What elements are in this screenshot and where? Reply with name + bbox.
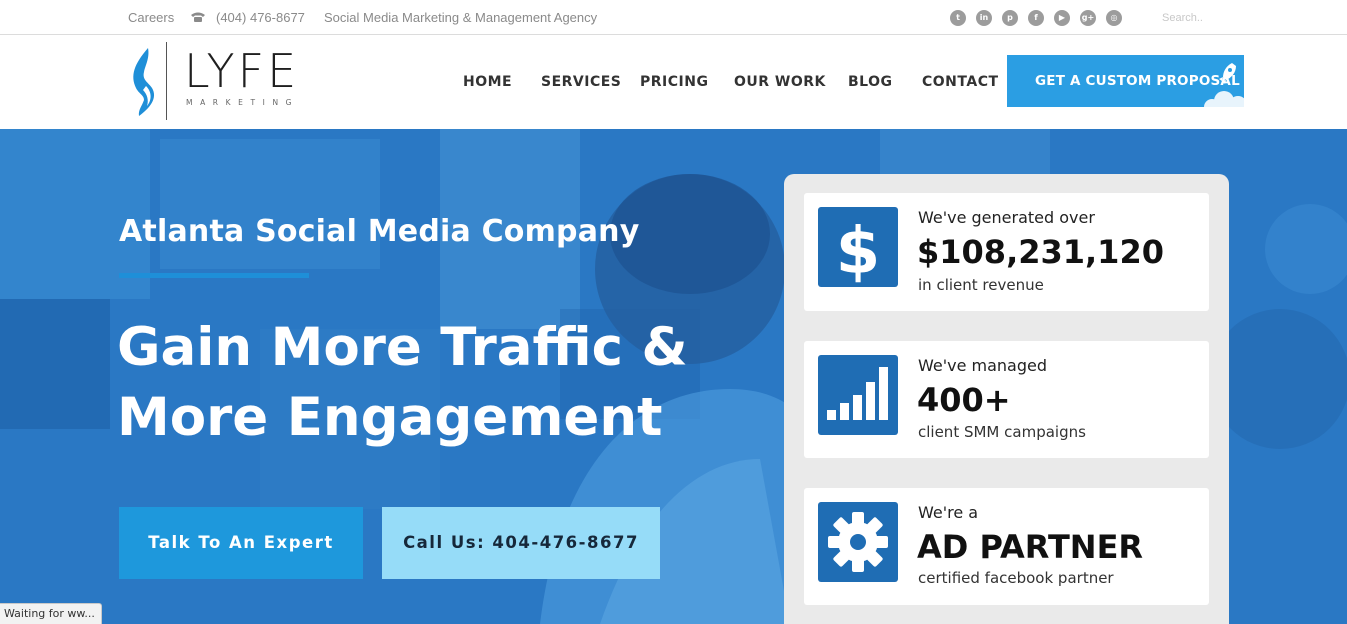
hero-title: Gain More Traffic & More Engagement — [117, 317, 688, 448]
logo[interactable]: LYFE MARKETING — [130, 42, 310, 122]
stat-campaigns-lead: We've managed — [918, 356, 1048, 375]
phone-icon — [191, 12, 205, 22]
nav-pricing[interactable]: PRICING — [640, 74, 708, 90]
linkedin-icon[interactable]: in — [976, 10, 992, 26]
social-links: t in p f ▶ g+ ◎ — [950, 10, 1122, 26]
hero-section: Atlanta Social Media Company Gain More T… — [0, 129, 1347, 624]
stat-revenue-lead: We've generated over — [918, 208, 1095, 227]
rocket-icon — [1219, 63, 1236, 84]
stat-revenue-caption: in client revenue — [918, 276, 1044, 294]
google-plus-icon[interactable]: g+ — [1080, 10, 1096, 26]
youtube-icon[interactable]: ▶ — [1054, 10, 1070, 26]
stat-card-partner: We're a AD PARTNER certified facebook pa… — [804, 488, 1209, 605]
logo-divider — [166, 42, 167, 120]
pinterest-icon[interactable]: p — [1002, 10, 1018, 26]
svg-text:$: $ — [836, 215, 881, 287]
top-bar: Careers (404) 476-8677 Social Media Mark… — [0, 0, 1347, 35]
stat-revenue-value: $108,231,120 — [917, 233, 1164, 271]
stat-partner-lead: We're a — [918, 503, 979, 522]
flame-logo-icon — [133, 48, 155, 116]
stat-campaigns-value: 400+ — [917, 381, 1011, 419]
careers-link[interactable]: Careers — [128, 10, 174, 25]
browser-status-bar: Waiting for ww... — [0, 603, 102, 624]
stat-partner-value: AD PARTNER — [917, 528, 1144, 566]
talk-to-expert-button[interactable]: Talk To An Expert — [119, 507, 363, 579]
stat-card-revenue: $ We've generated over $108,231,120 in c… — [804, 193, 1209, 311]
header: LYFE MARKETING HOME SERVICES PRICING OUR… — [0, 36, 1347, 129]
logo-subtitle: MARKETING — [186, 98, 300, 107]
instagram-icon[interactable]: ◎ — [1106, 10, 1122, 26]
nav-services[interactable]: SERVICES — [541, 74, 621, 90]
facebook-icon[interactable]: f — [1028, 10, 1044, 26]
nav-our-work[interactable]: OUR WORK — [734, 74, 826, 90]
stat-campaigns-caption: client SMM campaigns — [918, 423, 1086, 441]
stat-card-campaigns: We've managed 400+ client SMM campaigns — [804, 341, 1209, 458]
tagline: Social Media Marketing & Management Agen… — [324, 10, 598, 25]
search-input[interactable] — [1158, 8, 1308, 28]
custom-proposal-label: GET A CUSTOM PROPOSAL — [1035, 73, 1240, 89]
nav-contact[interactable]: CONTACT — [922, 74, 999, 90]
gear-icon — [818, 502, 898, 582]
hero-accent-line — [119, 273, 309, 278]
nav-blog[interactable]: BLOG — [848, 74, 893, 90]
twitter-icon[interactable]: t — [950, 10, 966, 26]
logo-wordmark: LYFE — [184, 44, 300, 98]
nav-home[interactable]: HOME — [463, 74, 512, 90]
dollar-icon: $ — [818, 207, 898, 289]
call-us-button[interactable]: Call Us: 404-476-8677 — [382, 507, 660, 579]
cloud-icon — [1204, 91, 1244, 107]
custom-proposal-button[interactable]: GET A CUSTOM PROPOSAL — [1007, 55, 1244, 107]
stats-panel: $ We've generated over $108,231,120 in c… — [784, 174, 1229, 624]
bar-chart-icon — [818, 355, 898, 435]
hero-subtitle: Atlanta Social Media Company — [119, 214, 640, 249]
stat-partner-caption: certified facebook partner — [918, 569, 1114, 587]
phone-number[interactable]: (404) 476-8677 — [216, 10, 305, 25]
